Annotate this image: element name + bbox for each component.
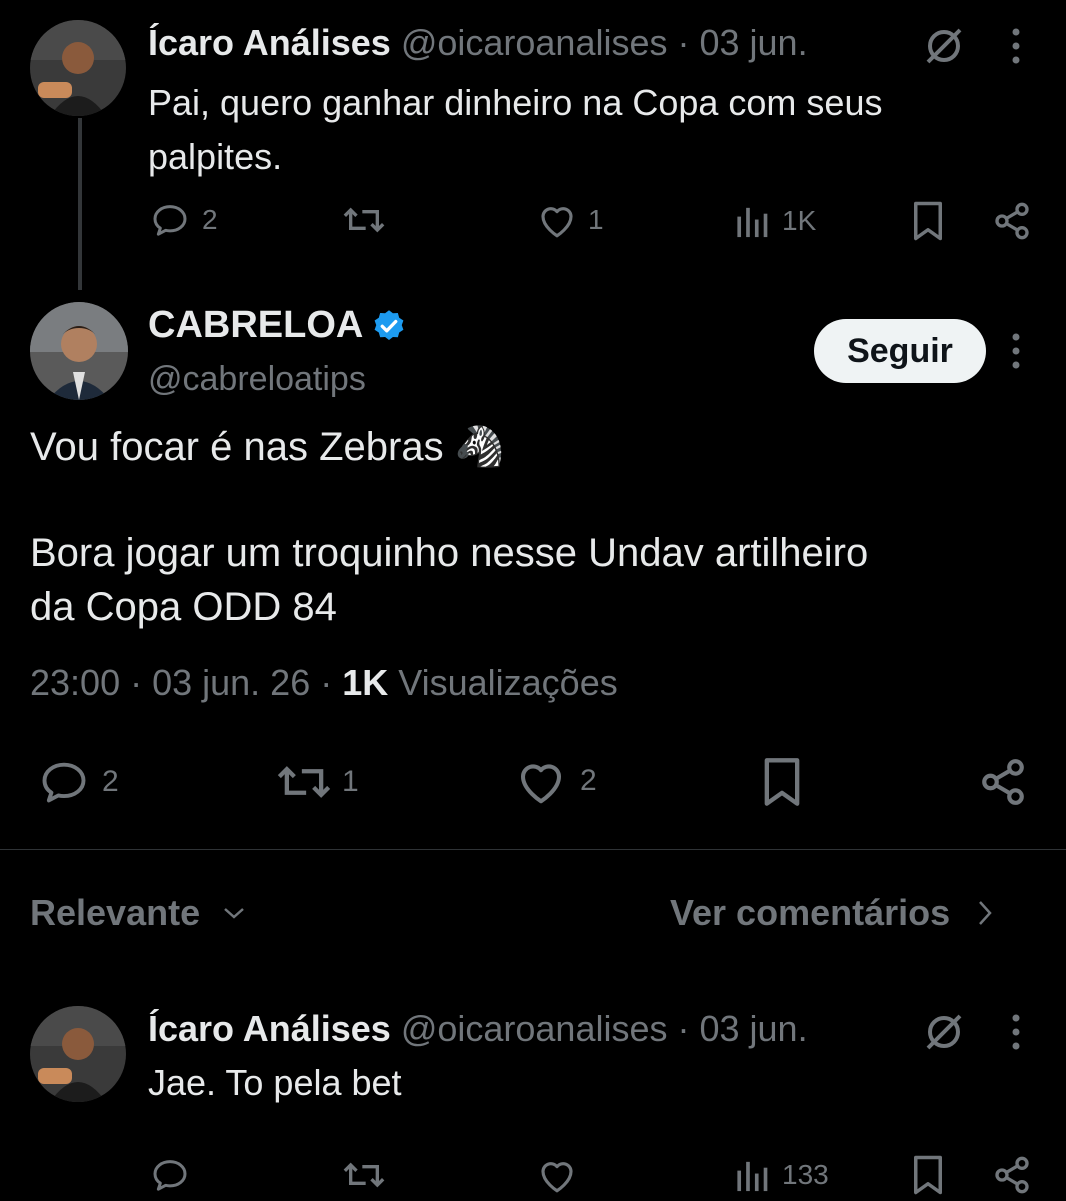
sort-label: Relevante: [30, 892, 201, 933]
tweet-timestamp[interactable]: 23:00 · 03 jun. 26 ·: [30, 662, 332, 703]
retweet-count: 1: [342, 765, 359, 798]
view-comments-label: Ver comentários: [670, 892, 951, 933]
parent-tweet-text: Pai, quero ganhar dinheiro na Copa com s…: [148, 76, 882, 184]
tweet-meta: 23:00 · 03 jun. 26 · 1K Visualizações: [30, 662, 618, 704]
reply-icon: [38, 756, 90, 808]
heart-icon: [536, 1155, 578, 1195]
retweet-icon: [340, 200, 388, 240]
parent-retweet-button[interactable]: [340, 200, 388, 245]
reply-retweet-button[interactable]: [340, 1155, 388, 1200]
retweet-icon: [274, 756, 334, 808]
bookmark-icon: [910, 1154, 946, 1196]
thread-connector-line: [78, 118, 82, 290]
author-handle-date[interactable]: @oicaroanalises · 03 jun.: [401, 22, 808, 63]
more-options-icon[interactable]: [1006, 1012, 1026, 1052]
grok-icon[interactable]: [922, 1010, 966, 1054]
views-label: Visualizações: [398, 662, 618, 703]
like-count: 1: [588, 204, 604, 235]
chevron-right-icon: [976, 898, 994, 928]
reply-bookmark-button[interactable]: [910, 1154, 946, 1201]
parent-reply-button[interactable]: 2: [150, 200, 218, 240]
reply-views-button[interactable]: 133: [734, 1156, 829, 1194]
author-name[interactable]: Ícaro Análises: [148, 1008, 391, 1049]
parent-tweet-text-line: Pai, quero ganhar dinheiro na Copa com s…: [148, 82, 883, 123]
views-chart-icon: [734, 1156, 770, 1194]
verified-badge-icon: [371, 308, 407, 344]
reply-count: 2: [202, 204, 218, 235]
reply-count: 2: [102, 765, 119, 798]
views-count: 133: [782, 1159, 829, 1190]
heart-icon: [536, 200, 578, 240]
reply-share-button[interactable]: [992, 1154, 1032, 1201]
follow-button[interactable]: Seguir: [814, 319, 986, 383]
sort-dropdown[interactable]: Relevante: [30, 892, 246, 934]
main-tweet-text-line: Vou focar é nas Zebras 🦓: [30, 425, 505, 469]
reply-tweet-text: Jae. To pela bet: [148, 1062, 402, 1103]
like-count: 2: [580, 764, 597, 797]
view-comments-link[interactable]: Ver comentários: [670, 892, 994, 934]
parent-like-button[interactable]: 1: [536, 200, 604, 240]
main-share-button[interactable]: [978, 756, 1028, 813]
main-author-row: CABRELOA: [148, 304, 407, 347]
reply-like-button[interactable]: [536, 1155, 578, 1200]
main-tweet-text: Vou focar é nas Zebras 🦓 Bora jogar um t…: [30, 420, 868, 634]
author-handle-date[interactable]: @oicaroanalises · 03 jun.: [401, 1008, 808, 1049]
views-count: 1K: [342, 662, 389, 703]
reply-reply-button[interactable]: [150, 1155, 190, 1200]
heart-icon: [514, 756, 568, 806]
author-name[interactable]: Ícaro Análises: [148, 22, 391, 63]
share-icon: [992, 1154, 1032, 1196]
more-options-icon[interactable]: [1006, 331, 1026, 371]
reply-tweet-header: Ícaro Análises @oicaroanalises · 03 jun.: [148, 1008, 808, 1050]
views-chart-icon: [734, 202, 770, 240]
parent-tweet-text-line: palpites.: [148, 136, 283, 177]
main-bookmark-button[interactable]: [760, 756, 804, 813]
grok-icon[interactable]: [922, 24, 966, 68]
reply-icon: [150, 200, 190, 240]
main-like-button[interactable]: 2: [514, 756, 597, 806]
main-tweet-text-line: Bora jogar um troquinho nesse Undav arti…: [30, 531, 869, 575]
avatar-icaro[interactable]: [30, 20, 126, 116]
avatar-cabreloa[interactable]: [30, 302, 128, 400]
avatar-icaro[interactable]: [30, 1006, 126, 1102]
main-tweet-text-line: da Copa ODD 84: [30, 585, 337, 629]
parent-tweet-header: Ícaro Análises @oicaroanalises · 03 jun.: [148, 22, 808, 64]
views-count: 1K: [782, 205, 817, 236]
parent-views-button[interactable]: 1K: [734, 202, 816, 240]
chevron-down-icon: [222, 905, 246, 921]
main-reply-button[interactable]: 2: [38, 756, 119, 808]
bookmark-icon: [760, 756, 804, 808]
share-icon: [992, 200, 1032, 242]
author-name[interactable]: CABRELOA: [148, 304, 363, 347]
main-retweet-button[interactable]: 1: [274, 756, 359, 808]
share-icon: [978, 756, 1028, 808]
more-options-icon[interactable]: [1006, 26, 1026, 66]
bookmark-icon: [910, 200, 946, 242]
parent-bookmark-button[interactable]: [910, 200, 946, 247]
retweet-icon: [340, 1155, 388, 1195]
author-handle[interactable]: @cabreloatips: [148, 360, 366, 399]
section-divider: [0, 849, 1066, 850]
parent-share-button[interactable]: [992, 200, 1032, 247]
reply-icon: [150, 1155, 190, 1195]
